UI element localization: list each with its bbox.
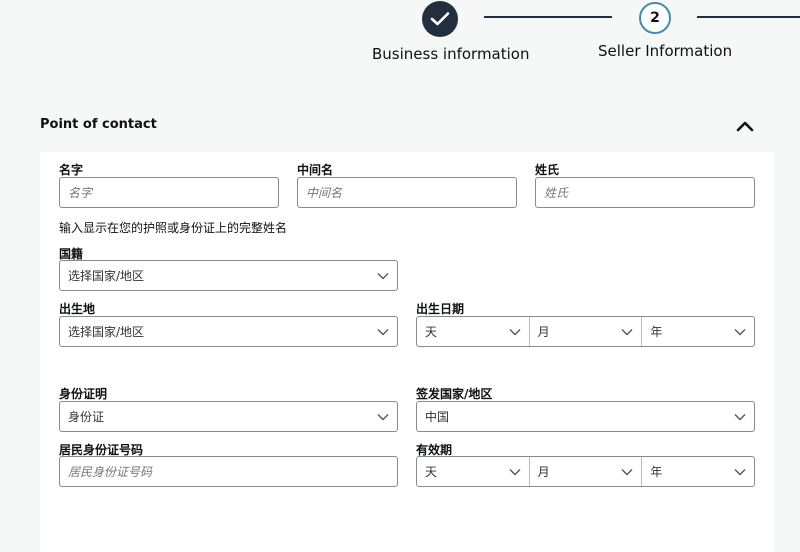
birth-date-group: 天 月 年 [416, 316, 755, 347]
step-connector [484, 16, 612, 18]
progress-stepper: 2 Business information Seller Informatio… [0, 0, 800, 80]
section-title: Point of contact [40, 117, 157, 132]
birth-month-value: 月 [537, 325, 550, 339]
expiry-day-value: 天 [425, 465, 438, 479]
id-type-label: 身份证明 [59, 387, 108, 401]
birth-year-value: 年 [650, 325, 663, 339]
id-type-value: 身份证 [68, 410, 105, 424]
expiry-date-group: 天 月 年 [416, 456, 755, 487]
chevron-down-icon [377, 272, 389, 279]
name-hint: 输入显示在您的护照或身份证上的完整姓名 [59, 221, 288, 235]
chevron-down-icon [509, 328, 521, 335]
step-1-label: Business information [372, 45, 530, 63]
chevron-down-icon [621, 328, 633, 335]
middle-name-input[interactable] [297, 177, 517, 208]
expiry-day-select[interactable]: 天 [417, 457, 530, 486]
step-connector [697, 16, 800, 18]
chevron-down-icon [734, 468, 746, 475]
middle-name-label: 中间名 [297, 163, 334, 177]
expiry-month-value: 月 [537, 465, 550, 479]
last-name-input[interactable] [535, 177, 755, 208]
step-1-complete-indicator [422, 1, 458, 37]
step-2-indicator: 2 [639, 2, 671, 34]
first-name-label: 名字 [59, 163, 84, 177]
chevron-down-icon [377, 328, 389, 335]
step-2-number: 2 [650, 10, 660, 26]
chevron-up-icon[interactable] [735, 119, 755, 133]
chevron-down-icon [734, 328, 746, 335]
birth-day-select[interactable]: 天 [417, 317, 530, 346]
birth-date-label: 出生日期 [416, 302, 465, 316]
id-type-select[interactable]: 身份证 [59, 401, 398, 432]
last-name-label: 姓氏 [535, 163, 560, 177]
birth-day-value: 天 [425, 325, 438, 339]
id-number-input[interactable] [59, 456, 398, 487]
chevron-down-icon [734, 413, 746, 420]
chevron-down-icon [509, 468, 521, 475]
chevron-down-icon [621, 468, 633, 475]
expiry-year-select[interactable]: 年 [642, 457, 754, 486]
birth-year-select[interactable]: 年 [642, 317, 754, 346]
birth-month-select[interactable]: 月 [530, 317, 643, 346]
step-2-label: Seller Information [598, 42, 733, 60]
birthplace-value: 选择国家/地区 [68, 325, 145, 339]
chevron-down-icon [377, 413, 389, 420]
nationality-select[interactable]: 选择国家/地区 [59, 260, 398, 291]
issuing-country-select[interactable]: 中国 [416, 401, 755, 432]
issuing-country-label: 签发国家/地区 [416, 387, 493, 401]
birthplace-label: 出生地 [59, 302, 96, 316]
checkmark-icon [430, 12, 450, 26]
first-name-input[interactable] [59, 177, 279, 208]
point-of-contact-form: 名字 中间名 姓氏 输入显示在您的护照或身份证上的完整姓名 国籍 选择国家/地区… [40, 152, 774, 552]
expiry-month-select[interactable]: 月 [530, 457, 643, 486]
expiry-year-value: 年 [650, 465, 663, 479]
nationality-value: 选择国家/地区 [68, 269, 145, 283]
birthplace-select[interactable]: 选择国家/地区 [59, 316, 398, 347]
issuing-country-value: 中国 [425, 410, 450, 424]
